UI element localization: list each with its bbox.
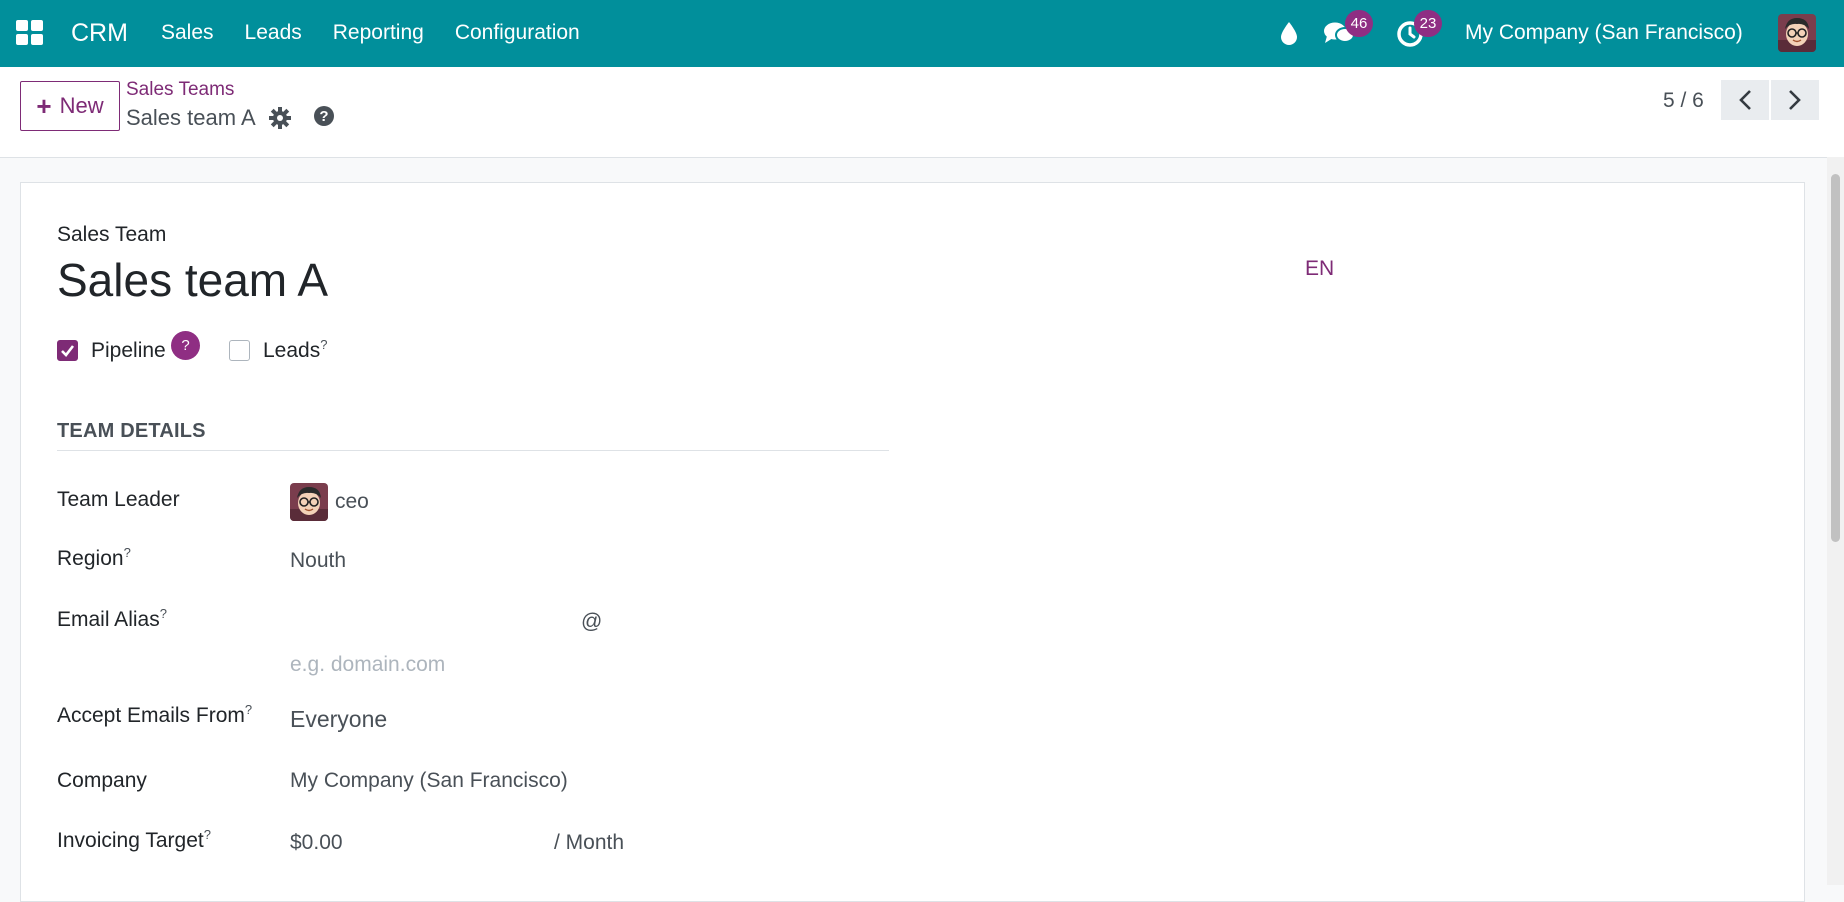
accept-emails-label: Accept Emails From?: [57, 702, 253, 727]
accept-emails-select[interactable]: Everyone: [290, 707, 387, 731]
region-field[interactable]: Nouth: [290, 549, 346, 573]
menu-reporting[interactable]: Reporting: [333, 21, 424, 45]
check-icon: [61, 345, 75, 357]
pipeline-checkbox[interactable]: [57, 340, 78, 361]
email-alias-input[interactable]: [289, 597, 577, 637]
breadcrumb-current: Sales team A: [126, 105, 256, 130]
team-leader-field[interactable]: ceo: [335, 490, 369, 514]
control-panel: + New Sales Teams Sales team A ? 5 / 6: [0, 67, 1844, 158]
model-label: Sales Team: [57, 223, 167, 246]
menu-leads[interactable]: Leads: [245, 21, 302, 45]
droplet-icon[interactable]: [1280, 21, 1298, 50]
team-leader-avatar: [290, 483, 328, 521]
region-label: Region?: [57, 545, 131, 570]
chevron-left-icon: [1739, 90, 1751, 110]
leads-label: Leads?: [263, 337, 328, 362]
activities-badge: 23: [1414, 10, 1442, 37]
main-menu: Sales Leads Reporting Configuration: [161, 21, 580, 45]
pager-previous-button[interactable]: [1721, 80, 1769, 120]
email-alias-label: Email Alias?: [57, 606, 167, 631]
pipeline-label: Pipeline: [91, 339, 166, 362]
team-name-field[interactable]: Sales team A: [57, 253, 328, 307]
chevron-right-icon: [1789, 90, 1801, 110]
apps-grid-icon[interactable]: [16, 20, 44, 46]
top-navbar: CRM Sales Leads Reporting Configuration …: [0, 0, 1844, 67]
user-avatar[interactable]: [1778, 14, 1816, 52]
breadcrumb-parent[interactable]: Sales Teams: [126, 79, 234, 101]
messages-badge: 46: [1345, 10, 1373, 37]
help-tooltip-bubble: ?: [171, 331, 200, 360]
scrollbar-thumb[interactable]: [1831, 174, 1840, 542]
company-switcher[interactable]: My Company (San Francisco): [1465, 21, 1743, 45]
new-button[interactable]: + New: [20, 81, 120, 131]
company-field[interactable]: My Company (San Francisco): [290, 769, 568, 793]
app-name[interactable]: CRM: [71, 18, 128, 48]
help-icon[interactable]: ?: [313, 105, 335, 132]
new-button-label: New: [59, 93, 104, 118]
pager-next-button[interactable]: [1771, 80, 1819, 120]
gear-icon[interactable]: [269, 107, 291, 134]
plus-icon: +: [36, 91, 52, 121]
menu-configuration[interactable]: Configuration: [455, 21, 580, 45]
form-sheet: Sales Team Sales team A EN Pipeline ? Le…: [20, 182, 1805, 902]
invoicing-target-unit: / Month: [554, 831, 625, 854]
company-label: Company: [57, 769, 147, 792]
invoicing-target-label: Invoicing Target?: [57, 827, 211, 852]
invoicing-target-field[interactable]: $0.00: [290, 831, 343, 855]
alias-domain-field[interactable]: e.g. domain.com: [290, 653, 445, 677]
menu-sales[interactable]: Sales: [161, 21, 214, 45]
email-alias-at: @: [581, 610, 603, 633]
svg-text:?: ?: [319, 108, 328, 125]
language-selector[interactable]: EN: [1305, 257, 1334, 281]
team-leader-label: Team Leader: [57, 488, 180, 511]
leads-checkbox[interactable]: [229, 340, 250, 361]
pager-value[interactable]: 5 / 6: [1663, 89, 1704, 113]
section-title: TEAM DETAILS: [57, 420, 889, 451]
